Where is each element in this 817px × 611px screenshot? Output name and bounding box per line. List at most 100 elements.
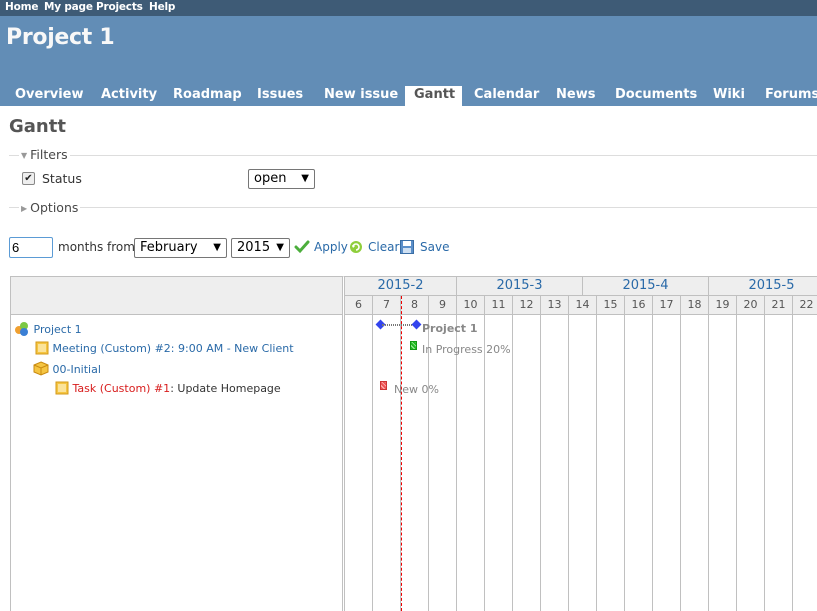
subject-project: Project 1	[14, 321, 82, 337]
week-grid-line	[512, 315, 513, 611]
week-header-cell: 21	[765, 296, 793, 315]
options-legend-label: Options	[30, 200, 79, 215]
subject-issue-title: : Update Homepage	[170, 382, 281, 395]
project-span-line	[382, 324, 414, 326]
week-grid-line	[428, 315, 429, 611]
week-header-cell: 12	[513, 296, 541, 315]
tab-activity[interactable]: Activity	[92, 86, 166, 106]
meeting-bar-label: In Progress 20%	[422, 343, 511, 356]
week-header-cell: 14	[569, 296, 597, 315]
week-header-cell: 20	[737, 296, 765, 315]
project-end-diamond	[411, 319, 422, 330]
header: Project 1 Overview Activity Roadmap Issu…	[0, 16, 817, 106]
week-grid-line	[792, 315, 793, 611]
triangle-down-icon: ▼	[21, 151, 28, 160]
dropdown-arrow-icon: ▼	[213, 242, 221, 253]
month-select[interactable]: February ▼	[134, 238, 227, 258]
tab-forums[interactable]: Forums	[756, 86, 817, 106]
subject-version-link[interactable]: 00-Initial	[53, 363, 101, 376]
week-header-cell: 22	[793, 296, 817, 315]
gantt-subjects-column: Project 1 Meeting (Custom) #2: 9:00 AM -…	[10, 276, 343, 611]
apply-button[interactable]: Apply	[314, 240, 348, 254]
month-header-cell: 2015-2	[345, 277, 457, 296]
project-bar-label: Project 1	[422, 322, 478, 335]
week-header-cell: 8	[401, 296, 429, 315]
week-grid-line	[372, 315, 373, 611]
reload-icon[interactable]	[349, 240, 363, 254]
top-menu-help[interactable]: Help	[149, 1, 175, 13]
top-menu-projects[interactable]: Projects	[96, 1, 143, 13]
month-header-cell: 2015-3	[457, 277, 583, 296]
week-grid-line	[540, 315, 541, 611]
week-header-cell: 18	[681, 296, 709, 315]
week-grid-line	[652, 315, 653, 611]
meeting-task-bar[interactable]	[410, 341, 417, 350]
project-title: Project 1	[6, 25, 115, 50]
week-header-cell: 7	[373, 296, 401, 315]
week-grid-line	[708, 315, 709, 611]
week-grid-line	[596, 315, 597, 611]
status-operator-value: open	[254, 171, 287, 186]
gantt-subjects-header	[11, 277, 343, 315]
year-select-value: 2015	[237, 240, 271, 255]
week-header-cell: 11	[485, 296, 513, 315]
filters-fieldset-border	[9, 155, 817, 156]
subject-issue-link[interactable]: Meeting (Custom) #2	[53, 342, 171, 355]
tab-overview[interactable]: Overview	[6, 86, 93, 106]
week-grid-line	[736, 315, 737, 611]
status-filter-checkbox[interactable]: ✔	[22, 172, 35, 185]
options-legend[interactable]: ▶ Options	[19, 200, 81, 215]
today-line	[401, 296, 402, 611]
save-disk-icon[interactable]	[400, 240, 414, 254]
week-header-cell: 10	[457, 296, 485, 315]
top-menu: Home My page Projects Help	[0, 0, 817, 16]
week-header-cell: 9	[429, 296, 457, 315]
tab-wiki[interactable]: Wiki	[704, 86, 754, 106]
status-operator-select[interactable]: open ▼	[248, 169, 315, 189]
subject-issue: Meeting (Custom) #2: 9:00 AM - New Clien…	[35, 341, 294, 355]
dropdown-arrow-icon: ▼	[276, 242, 284, 253]
month-select-value: February	[140, 240, 198, 255]
page-title: Gantt	[9, 116, 66, 137]
top-menu-home[interactable]: Home	[5, 1, 38, 13]
issue-icon	[55, 381, 69, 395]
subject-version: 00-Initial	[33, 361, 101, 376]
top-menu-my-page[interactable]: My page	[44, 1, 93, 13]
tab-gantt[interactable]: Gantt	[405, 86, 462, 106]
year-select[interactable]: 2015 ▼	[231, 238, 290, 258]
filters-legend-label: Filters	[30, 147, 68, 162]
week-grid-line	[680, 315, 681, 611]
tab-documents[interactable]: Documents	[606, 86, 706, 106]
tab-issues[interactable]: Issues	[248, 86, 312, 106]
week-header-cell: 6	[345, 296, 373, 315]
month-header-cell: 2015-5	[709, 277, 817, 296]
gantt-chart-area: 2015-2 2015-3 2015-4 2015-5 6 7 8 9 10 11 12 13 14 1…	[342, 276, 817, 611]
dropdown-arrow-icon: ▼	[301, 173, 309, 184]
subject-project-link[interactable]: Project 1	[34, 323, 82, 336]
task-bar-label: New 0%	[394, 383, 439, 396]
clear-button[interactable]: Clear	[368, 240, 399, 254]
tab-new-issue[interactable]: New issue	[315, 86, 407, 106]
month-header-cell: 2015-4	[583, 277, 709, 296]
checkmark-icon[interactable]	[294, 240, 310, 254]
week-grid-line	[484, 315, 485, 611]
task-bar[interactable]	[380, 381, 387, 390]
issue-icon	[35, 341, 49, 355]
months-input[interactable]	[9, 237, 53, 258]
subject-issue: Task (Custom) #1: Update Homepage	[55, 381, 281, 395]
week-grid-line	[456, 315, 457, 611]
tab-calendar[interactable]: Calendar	[465, 86, 548, 106]
subject-issue-title[interactable]: : 9:00 AM - New Client	[171, 342, 294, 355]
week-header-cell: 16	[625, 296, 653, 315]
week-grid-line	[764, 315, 765, 611]
triangle-right-icon: ▶	[21, 204, 28, 213]
week-header-cell: 13	[541, 296, 569, 315]
status-filter-label: Status	[42, 171, 82, 186]
tab-roadmap[interactable]: Roadmap	[164, 86, 251, 106]
save-button[interactable]: Save	[420, 240, 449, 254]
filters-legend[interactable]: ▼ Filters	[19, 147, 70, 162]
options-fieldset-border	[9, 207, 817, 208]
tab-news[interactable]: News	[547, 86, 604, 106]
package-icon	[33, 361, 49, 376]
subject-issue-link[interactable]: Task (Custom) #1	[73, 382, 171, 395]
